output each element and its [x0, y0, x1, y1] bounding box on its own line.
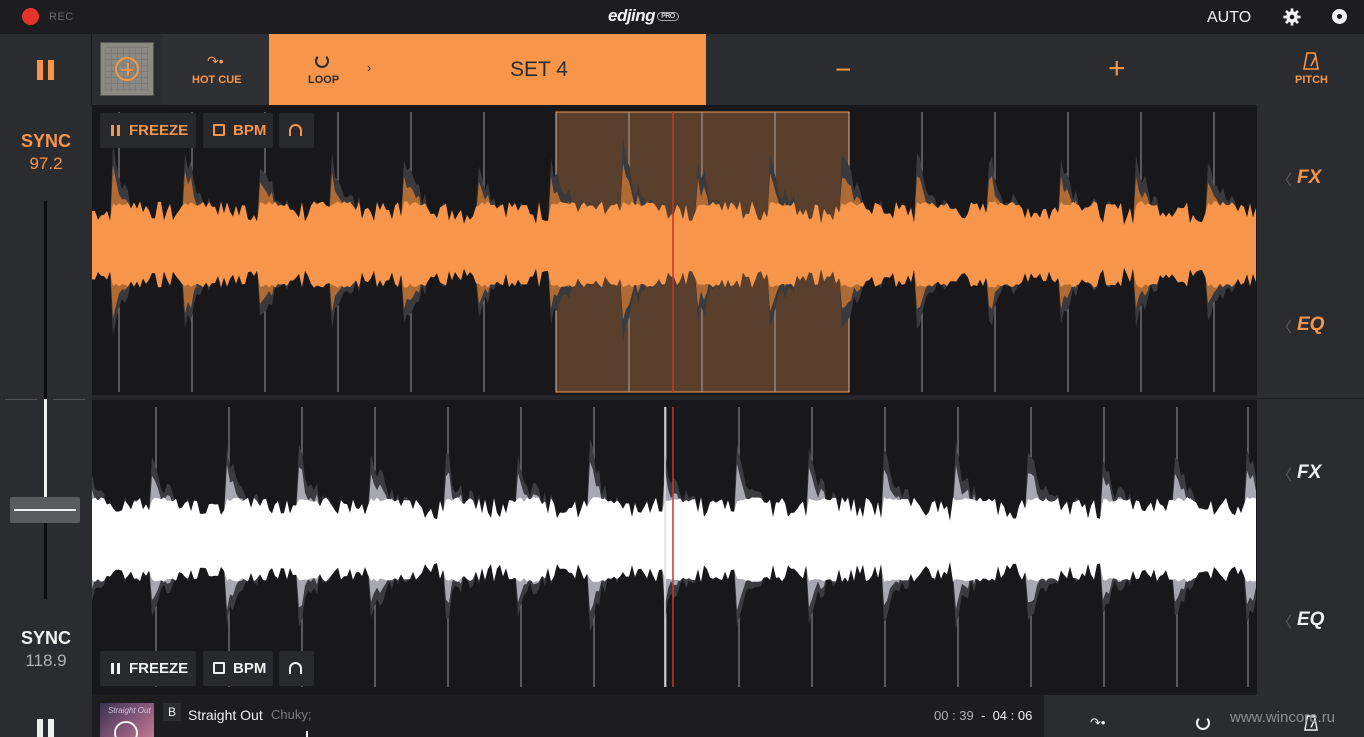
- pitch-label: PITCH: [1295, 74, 1328, 86]
- deck-a-bpm-button[interactable]: BPM: [203, 113, 273, 148]
- effects-divider: [1257, 398, 1364, 399]
- hot-cue-icon: ↷•: [207, 53, 224, 69]
- chevron-left-icon: 〈: [1277, 172, 1293, 189]
- waveform-core: [92, 497, 1256, 582]
- logo-text: edjing: [608, 6, 656, 25]
- deck-b-fx-label: FX: [1297, 462, 1322, 483]
- deck-b-bpm-button[interactable]: BPM: [203, 651, 273, 686]
- crossfader-column: SYNC 97.2 SYNC 118.9: [0, 105, 92, 695]
- deck-b-controls: FREEZE BPM: [100, 651, 320, 686]
- elapsed-time: 00 : 39: [934, 708, 974, 723]
- deck-a-fx-button[interactable]: 〈 FX: [1257, 165, 1364, 195]
- hot-cue-button[interactable]: ↷• HOT CUE: [163, 34, 269, 105]
- crossfader-center-mark: [53, 399, 85, 400]
- deck-b-eq-button[interactable]: 〈 EQ: [1257, 607, 1364, 637]
- hot-cue-icon[interactable]: ↷•: [1090, 715, 1105, 731]
- deck-a-headphones-button[interactable]: [279, 113, 314, 148]
- deck-a-cover-button[interactable]: [100, 42, 154, 96]
- freeze-icon: [111, 125, 121, 136]
- loop-label[interactable]: LOOP: [308, 74, 339, 86]
- track-time: 00 : 39 - 04 : 06: [934, 708, 1032, 723]
- deck-b-cover-button[interactable]: Straight Out: [100, 703, 154, 737]
- deck-a-eq-button[interactable]: 〈 EQ: [1257, 312, 1364, 342]
- deck-a-fx-label: FX: [1297, 167, 1322, 188]
- loop-expand-arrow[interactable]: ›: [367, 60, 371, 75]
- deck-letter-badge: B: [163, 703, 181, 721]
- loop-icon[interactable]: [315, 54, 329, 68]
- deck-a-bpm-value: 97.2: [29, 154, 63, 173]
- deck-b-waveform[interactable]: FREEZE BPM: [92, 400, 1257, 695]
- time-separator: -: [981, 708, 986, 723]
- deck-b-play-pause-button[interactable]: [0, 695, 92, 737]
- total-time: 04 : 06: [992, 708, 1033, 723]
- deck-b-headphones-button[interactable]: [279, 651, 314, 686]
- hot-cue-label: HOT CUE: [192, 74, 242, 86]
- pitch-minus-button[interactable]: −: [835, 56, 851, 84]
- track-progress-marker[interactable]: [306, 731, 308, 737]
- deck-a-toolbar: ↷• HOT CUE LOOP › SET 4 − + PITCH: [0, 34, 1364, 105]
- watermark: www.wincore.ru: [1230, 709, 1336, 726]
- deck-b-sync-button[interactable]: SYNC: [0, 628, 92, 649]
- chevron-left-icon: 〈: [1277, 614, 1293, 631]
- waveform-core: [92, 201, 1256, 288]
- crossfader-center-mark: [5, 399, 37, 400]
- deck-b-freeze-label: FREEZE: [129, 660, 189, 677]
- loop-panel: LOOP › SET 4: [269, 34, 706, 105]
- chevron-left-icon: 〈: [1277, 319, 1293, 336]
- chevron-left-icon: 〈: [1277, 467, 1293, 484]
- loop-set-label: SET 4: [510, 58, 568, 81]
- add-track-icon: [114, 721, 138, 737]
- deck-a-controls: FREEZE BPM: [100, 113, 320, 148]
- deck-a-freeze-label: FREEZE: [129, 122, 189, 139]
- deck-a-bpm-label: BPM: [233, 122, 267, 139]
- effects-column: 〈 FX 〈 EQ 〈 FX 〈 EQ: [1257, 105, 1364, 695]
- deck-b-bpm-label: BPM: [233, 660, 267, 677]
- crossfader-handle[interactable]: [10, 497, 80, 523]
- deck-a-waveform[interactable]: FREEZE BPM: [92, 105, 1257, 395]
- disc-icon[interactable]: [1332, 9, 1347, 24]
- deck-a-sync-button[interactable]: SYNC: [0, 131, 92, 152]
- logo-pro-badge: PRO: [657, 12, 679, 22]
- deck-b-eq-label: EQ: [1297, 609, 1325, 630]
- rec-label: REC: [49, 11, 74, 23]
- deck-a-eq-label: EQ: [1297, 314, 1325, 335]
- deck-a-freeze-button[interactable]: FREEZE: [100, 113, 196, 148]
- freeze-icon: [111, 663, 121, 674]
- track-artist: Chuky;: [271, 707, 312, 722]
- deck-b-freeze-button[interactable]: FREEZE: [100, 651, 196, 686]
- loop-icon[interactable]: [1196, 716, 1210, 730]
- headphones-icon: [289, 124, 302, 136]
- deck-b-bpm-value: 118.9: [25, 651, 67, 670]
- deck-a-play-pause-button[interactable]: [0, 34, 92, 105]
- headphones-icon: [289, 662, 302, 674]
- app-logo: edjing PRO: [608, 6, 679, 26]
- track-title: Straight Out: [188, 707, 263, 723]
- pitch-plus-button[interactable]: +: [1108, 54, 1126, 84]
- record-icon[interactable]: [22, 8, 39, 25]
- crossfader-position: [44, 399, 47, 499]
- edit-icon: [213, 662, 225, 674]
- top-bar: REC edjing PRO AUTO: [0, 0, 1364, 34]
- pause-icon: [37, 719, 55, 737]
- deck-b-fx-button[interactable]: 〈 FX: [1257, 460, 1364, 490]
- metronome-icon[interactable]: [1303, 52, 1319, 70]
- edit-icon: [213, 124, 225, 136]
- deck-b-bottom-bar: Straight Out B Straight Out Chuky; 00 : …: [0, 695, 1364, 737]
- deck-a-waveform-canvas[interactable]: [92, 105, 1257, 395]
- cover-art-text: Straight Out: [108, 706, 151, 715]
- gear-icon[interactable]: [1283, 8, 1301, 26]
- add-track-icon: [115, 57, 139, 81]
- pause-icon: [37, 60, 55, 80]
- auto-mix-button[interactable]: AUTO: [1207, 9, 1251, 27]
